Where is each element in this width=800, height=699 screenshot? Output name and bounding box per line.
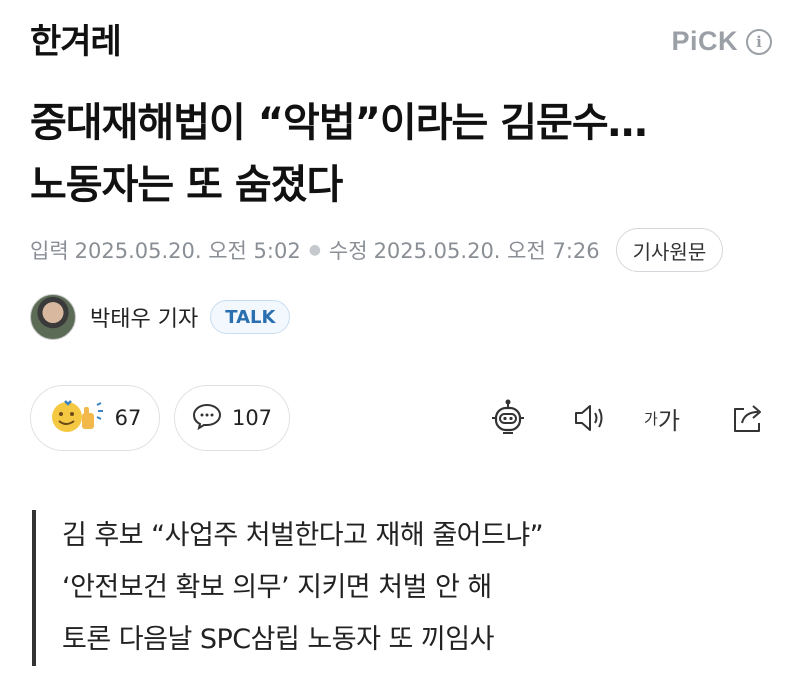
article-meta: 입력 2025.05.20. 오전 5:02 ● 수정 2025.05.20. … — [30, 228, 724, 272]
article-summary: 김 후보 “사업주 처벌한다고 재해 줄어드냐” ‘안전보건 확보 의무’ 지키… — [32, 510, 544, 666]
edit-time: 2025.05.20. 오전 7:26 — [373, 239, 600, 263]
talk-button[interactable]: TALK — [210, 300, 291, 334]
author-name[interactable]: 박태우 기자 — [90, 301, 198, 333]
comment-count: 107 — [231, 406, 273, 430]
input-label: 입력 — [30, 239, 69, 263]
summary-line: 김 후보 “사업주 처벌한다고 재해 줄어드냐” — [62, 520, 544, 551]
author-row: 박태우 기자 TALK — [30, 294, 291, 340]
comment-bubble-icon — [192, 402, 222, 434]
font-small-glyph: 가 — [644, 409, 658, 428]
info-icon[interactable]: i — [746, 28, 772, 55]
ai-summary-bot-icon[interactable] — [486, 396, 530, 440]
pick-badge[interactable]: PiCK i — [671, 26, 772, 57]
pick-label: PiCK — [671, 26, 738, 56]
share-icon[interactable] — [726, 396, 770, 440]
comment-button[interactable]: 107 — [174, 385, 290, 451]
meta-separator: ● — [308, 242, 321, 258]
author-avatar[interactable] — [30, 294, 76, 340]
headline-line-2: 노동자는 또 숨졌다 — [30, 162, 343, 208]
font-size-button[interactable]: 가가 — [640, 396, 684, 440]
hankyoreh-logo[interactable]: 한겨레 — [30, 22, 122, 62]
headline-line-1: 중대재해법이 “악법”이라는 김문수… — [30, 100, 648, 146]
reaction-count: 67 — [114, 406, 142, 430]
article-headline: 중대재해법이 “악법”이라는 김문수… 노동자는 또 숨졌다 — [30, 92, 770, 216]
smile-thumbs-up-icon — [49, 397, 105, 439]
summary-line: ‘안전보건 확보 의무’ 지키면 처벌 안 해 — [62, 572, 492, 603]
original-article-button[interactable]: 기사원문 — [615, 228, 724, 272]
font-large-glyph: 가 — [657, 406, 680, 435]
reaction-button[interactable]: 67 — [30, 385, 160, 451]
input-time: 2025.05.20. 오전 5:02 — [74, 239, 301, 263]
edit-label: 수정 — [328, 239, 368, 263]
speaker-icon[interactable] — [568, 396, 612, 440]
summary-line: 토론 다음날 SPC삼립 노동자 또 끼임사 — [62, 624, 494, 655]
